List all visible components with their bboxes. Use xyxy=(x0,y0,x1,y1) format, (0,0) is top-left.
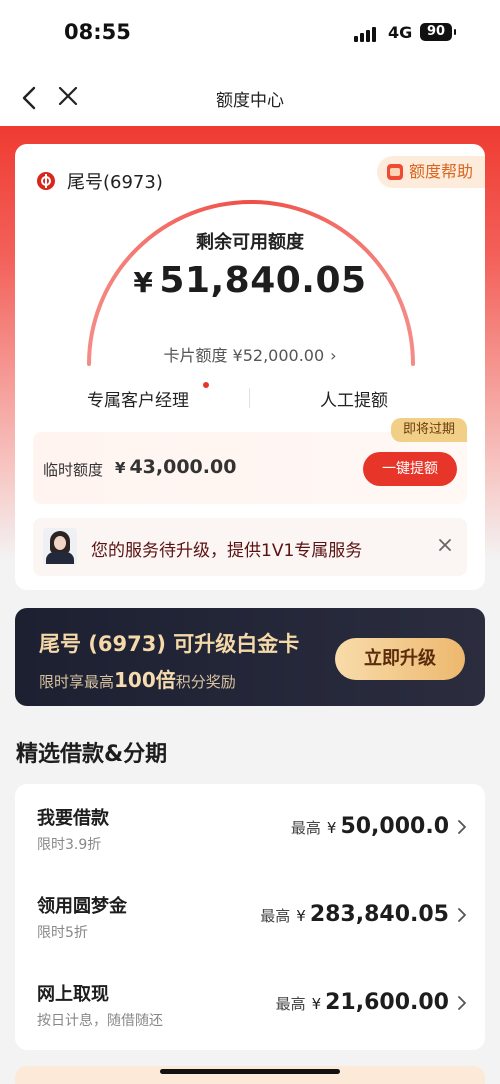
status-bar: 08:55 4G 90 xyxy=(0,0,500,68)
upgrade-now-button[interactable]: 立即升级 xyxy=(335,638,465,680)
service-message: 您的服务待升级，提供1V1专属服务 xyxy=(91,541,363,561)
section-title: 精选借款&分期 xyxy=(16,742,168,767)
credit-card-panel: 尾号(6973) 额度帮助 剩余可用额度 ¥51,840.05 卡片额度 ¥52… xyxy=(15,144,485,590)
expiring-badge: 即将过期 xyxy=(390,418,467,442)
list-item-dream-fund[interactable]: 领用圆梦金 限时5折 最高 ¥283,840.05 xyxy=(15,872,485,960)
item-prefix: 最高 xyxy=(275,995,306,1013)
close-icon[interactable] xyxy=(437,537,453,553)
item-prefix: 最高 xyxy=(260,907,291,925)
card-tail: 尾号(6973) xyxy=(37,168,163,194)
limit-help-button[interactable]: 额度帮助 xyxy=(376,156,485,188)
item-subtitle: 按日计息，随借随还 xyxy=(37,1013,163,1029)
upgrade-subtitle-pre: 限时享最高 xyxy=(39,673,115,691)
item-amount-value: 50,000.0 xyxy=(340,814,449,839)
item-amount: 最高 ¥50,000.0 xyxy=(291,814,449,839)
chevron-right-icon: › xyxy=(330,346,337,365)
platinum-upgrade-banner[interactable]: 尾号 (6973) 可升级白金卡 限时享最高100倍积分奖励 立即升级 xyxy=(15,608,485,706)
network-type: 4G xyxy=(388,23,413,42)
temp-limit-label: 临时额度 xyxy=(43,461,104,479)
currency-symbol: ¥ xyxy=(115,459,126,477)
remaining-limit-label: 剩余可用额度 xyxy=(196,232,304,253)
manual-increase-link[interactable]: 人工提额 xyxy=(320,386,388,411)
card-limit-text: 卡片额度 ¥52,000.00 xyxy=(163,346,325,365)
upgrade-subtitle: 限时享最高100倍积分奖励 xyxy=(39,664,236,693)
item-name: 领用圆梦金 xyxy=(37,896,127,917)
upgrade-subtitle-post: 积分奖励 xyxy=(175,673,236,691)
upgrade-title: 尾号 (6973) 可升级白金卡 xyxy=(39,632,300,656)
home-indicator[interactable] xyxy=(160,1069,340,1074)
limit-help-label: 额度帮助 xyxy=(408,162,473,181)
account-manager-link[interactable]: 专属客户经理 xyxy=(87,386,189,411)
card-tail-label: 尾号(6973) xyxy=(67,172,163,193)
upgrade-subtitle-emphasis: 100倍 xyxy=(114,668,176,692)
battery-icon: 90 xyxy=(420,23,456,41)
currency-symbol: ¥ xyxy=(296,907,306,925)
item-name: 网上取现 xyxy=(37,984,109,1005)
item-subtitle: 限时5折 xyxy=(37,925,88,941)
avatar xyxy=(43,528,77,564)
bank-logo-icon xyxy=(37,172,55,190)
item-amount: 最高 ¥283,840.05 xyxy=(260,902,449,927)
service-links: 专属客户经理 人工提额 xyxy=(15,382,485,414)
card-limit-link[interactable]: 卡片额度 ¥52,000.00 › xyxy=(15,342,485,366)
currency-symbol: ¥ xyxy=(311,995,322,1013)
chevron-right-icon xyxy=(458,996,466,1010)
temp-amount-value: 43,000.00 xyxy=(129,456,237,478)
gift-icon xyxy=(386,164,403,180)
status-time: 08:55 xyxy=(64,20,131,44)
list-item-borrow[interactable]: 我要借款 限时3.9折 最高 ¥50,000.0 xyxy=(15,784,485,872)
service-upgrade-banner[interactable]: 您的服务待升级，提供1V1专属服务 xyxy=(33,518,467,576)
item-prefix: 最高 xyxy=(290,819,321,837)
remaining-limit-amount: ¥51,840.05 xyxy=(15,260,485,301)
item-amount: 最高 ¥21,600.00 xyxy=(276,990,449,1015)
temp-limit-amount: ¥43,000.00 xyxy=(115,456,236,478)
divider xyxy=(249,388,250,408)
nav-bar: 额度中心 xyxy=(0,68,500,126)
signal-icon xyxy=(354,26,382,42)
notification-dot xyxy=(203,382,209,388)
page-title: 额度中心 xyxy=(216,91,284,111)
currency-symbol: ¥ xyxy=(326,819,337,837)
item-name: 我要借款 xyxy=(37,808,109,829)
one-click-increase-button[interactable]: 一键提额 xyxy=(363,452,457,486)
item-amount-value: 283,840.05 xyxy=(309,902,449,927)
loan-list: 我要借款 限时3.9折 最高 ¥50,000.0 领用圆梦金 限时5折 最高 ¥28… xyxy=(15,784,485,1050)
item-amount-value: 21,600.00 xyxy=(325,990,449,1015)
currency-symbol: ¥ xyxy=(133,266,154,299)
remaining-amount-value: 51,840.05 xyxy=(159,260,367,301)
list-item-cash-withdrawal[interactable]: 网上取现 按日计息，随借随还 最高 ¥21,600.00 xyxy=(15,960,485,1048)
item-subtitle: 限时3.9折 xyxy=(37,837,102,853)
chevron-right-icon xyxy=(458,820,466,834)
temp-limit-row: 临时额度 ¥43,000.00 即将过期 一键提额 xyxy=(33,418,467,504)
chevron-right-icon xyxy=(458,908,466,922)
